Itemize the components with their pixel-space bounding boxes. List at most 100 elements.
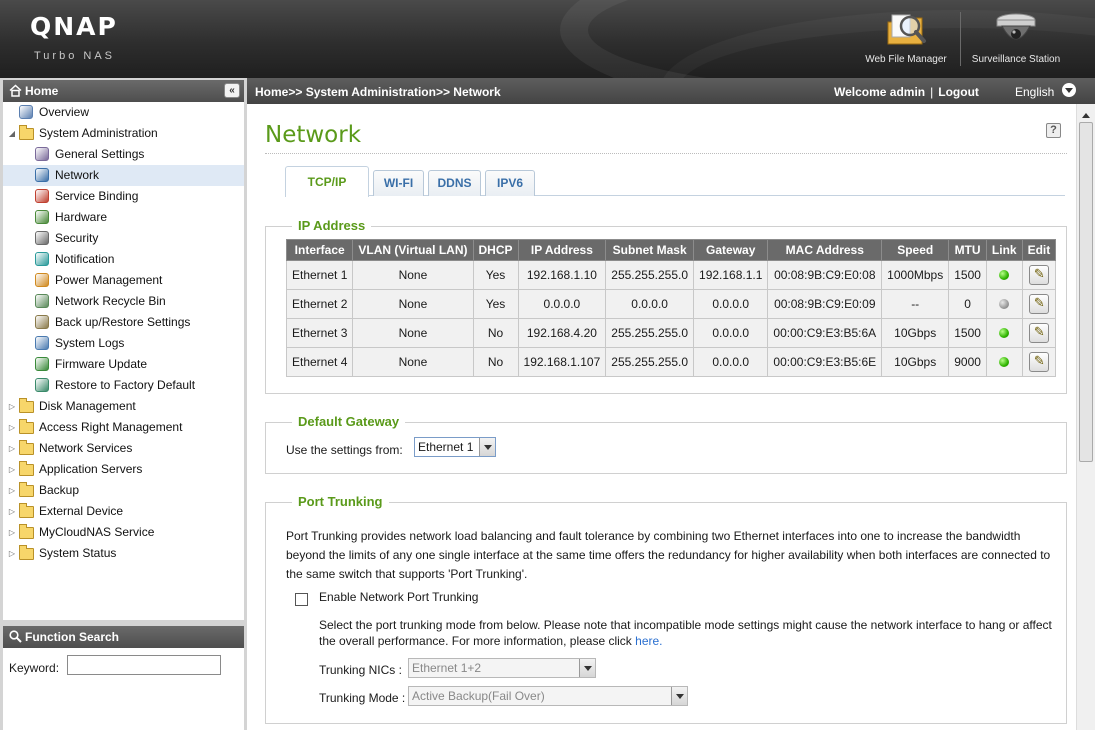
chevron-down-icon — [479, 438, 495, 456]
cell-subnet-mask: 255.255.255.0 — [605, 347, 695, 377]
sidebar-item-label: Network Services — [39, 441, 133, 455]
edit-icon[interactable] — [1028, 294, 1049, 314]
collapsed-arrow-icon[interactable]: ▷ — [7, 438, 17, 459]
sidebar-item-hardware[interactable]: Hardware — [3, 207, 244, 228]
link-up-icon — [999, 356, 1010, 367]
expanded-arrow-icon[interactable]: ◢ — [7, 123, 17, 144]
cell-ip-address: 192.168.1.10 — [517, 260, 607, 290]
sidebar-item-label: Hardware — [55, 210, 108, 224]
recycle-bin-icon — [35, 294, 50, 309]
sidebar-item-notification[interactable]: Notification — [3, 249, 244, 270]
function-search-title: Function Search — [25, 630, 120, 644]
edit-icon[interactable] — [1028, 265, 1049, 285]
keyword-input[interactable] — [67, 655, 221, 675]
sidebar-item-service-binding[interactable]: Service Binding — [3, 186, 244, 207]
tab-tcpip[interactable]: TCP/IP — [285, 166, 369, 197]
cell-interface: Ethernet 1 — [285, 260, 354, 290]
sidebar-item-firmware-update[interactable]: Firmware Update — [3, 354, 244, 375]
collapsed-arrow-icon[interactable]: ▷ — [7, 396, 17, 417]
sidebar-item-label: Network — [55, 168, 100, 182]
vertical-scrollbar[interactable] — [1076, 104, 1095, 730]
cell-speed: -- — [881, 289, 950, 319]
web-file-manager-launcher[interactable]: Web File Manager — [858, 8, 954, 74]
sidebar-item-power-management[interactable]: Power Management — [3, 270, 244, 291]
magnifier-icon — [9, 630, 22, 643]
cell-mtu: 0 — [948, 289, 987, 319]
col-mtu: MTU — [948, 239, 987, 261]
collapsed-arrow-icon[interactable]: ▷ — [7, 543, 17, 564]
sidebar-item-external-device[interactable]: ▷ External Device — [3, 501, 244, 522]
cell-ip-address: 192.168.4.20 — [517, 318, 607, 348]
sidebar-item-mycloudnas-service[interactable]: ▷ MyCloudNAS Service — [3, 522, 244, 543]
sidebar-item-label: Service Binding — [55, 189, 139, 203]
collapsed-arrow-icon[interactable]: ▷ — [7, 459, 17, 480]
language-dropdown-icon[interactable] — [1062, 83, 1076, 97]
trunking-mode-select[interactable]: Active Backup(Fail Over) — [408, 686, 688, 706]
cell-dhcp: No — [472, 318, 519, 348]
cell-vlan: None — [352, 347, 474, 377]
sidebar-item-back-up-restore-settings[interactable]: Back up/Restore Settings — [3, 312, 244, 333]
sidebar-item-overview[interactable]: Overview — [3, 102, 244, 123]
edit-icon[interactable] — [1028, 323, 1049, 343]
sidebar-item-general-settings[interactable]: General Settings — [3, 144, 244, 165]
security-icon — [35, 231, 50, 246]
cell-link — [985, 347, 1023, 377]
scroll-up-icon[interactable] — [1079, 106, 1093, 120]
sidebar-item-label: Notification — [55, 252, 115, 266]
default-gateway-section: Default Gateway Use the settings from: E… — [265, 414, 1067, 474]
cell-interface: Ethernet 4 — [285, 347, 354, 377]
link-up-icon — [999, 269, 1010, 280]
sidebar-item-backup[interactable]: ▷ Backup — [3, 480, 244, 501]
tab-wifi[interactable]: WI-FI — [373, 170, 424, 196]
table-row: Ethernet 3 None No 192.168.4.20 255.255.255.… — [285, 318, 1057, 348]
power-icon — [35, 273, 50, 288]
sidebar-item-system-administration[interactable]: ◢ System Administration — [3, 123, 244, 144]
cell-mtu: 1500 — [948, 318, 987, 348]
port-trunking-note: Select the port trunking mode from below… — [319, 617, 1059, 649]
sidebar-item-disk-management[interactable]: ▷ Disk Management — [3, 396, 244, 417]
service-binding-icon — [35, 189, 50, 204]
ip-address-section: IP Address Interface VLAN (Virtual LAN) … — [265, 218, 1067, 394]
collapsed-arrow-icon[interactable]: ▷ — [7, 501, 17, 522]
notification-icon — [35, 252, 50, 267]
sidebar-item-access-right-management[interactable]: ▷ Access Right Management — [3, 417, 244, 438]
collapse-sidebar-button[interactable]: « — [224, 83, 240, 98]
edit-icon[interactable] — [1028, 352, 1049, 372]
title-divider — [265, 153, 1067, 154]
trunking-mode-value: Active Backup(Fail Over) — [412, 689, 545, 703]
enable-port-trunking-checkbox[interactable] — [295, 593, 308, 606]
tab-ddns[interactable]: DDNS — [428, 170, 481, 196]
sidebar-item-security[interactable]: Security — [3, 228, 244, 249]
sidebar-item-network-services[interactable]: ▷ Network Services — [3, 438, 244, 459]
general-settings-icon — [35, 147, 50, 162]
folder-icon — [19, 440, 34, 456]
surveillance-station-launcher[interactable]: Surveillance Station — [965, 8, 1067, 74]
tab-ipv6[interactable]: IPV6 — [485, 170, 535, 196]
welcome-area: Welcome admin | Logout — [834, 85, 979, 99]
enable-port-trunking-label: Enable Network Port Trunking — [319, 590, 479, 604]
app-header: QNAP Turbo NAS Web File Manager Surveill… — [0, 0, 1095, 78]
trunking-nics-select[interactable]: Ethernet 1+2 — [408, 658, 596, 678]
table-header-row: Interface VLAN (Virtual LAN) DHCP IP Add… — [285, 239, 1057, 261]
collapsed-arrow-icon[interactable]: ▷ — [7, 480, 17, 501]
overview-icon — [19, 105, 34, 120]
logout-link[interactable]: Logout — [938, 85, 979, 99]
cell-speed: 10Gbps — [881, 318, 950, 348]
web-file-manager-label: Web File Manager — [865, 54, 947, 65]
collapsed-arrow-icon[interactable]: ▷ — [7, 522, 17, 543]
default-gateway-label: Use the settings from: — [286, 443, 403, 457]
scroll-thumb[interactable] — [1079, 122, 1093, 462]
trunking-mode-label: Trunking Mode : — [319, 691, 406, 705]
sidebar-item-system-status[interactable]: ▷ System Status — [3, 543, 244, 564]
language-selector[interactable]: English — [1015, 85, 1054, 99]
sidebar-item-restore-to-factory-default[interactable]: Restore to Factory Default — [3, 375, 244, 396]
sidebar-item-system-logs[interactable]: System Logs — [3, 333, 244, 354]
default-gateway-select[interactable]: Ethernet 1 — [414, 437, 496, 457]
more-info-link[interactable]: here. — [635, 634, 662, 648]
sidebar-item-network[interactable]: Network — [3, 165, 244, 186]
sidebar-item-label: Overview — [39, 105, 90, 119]
collapsed-arrow-icon[interactable]: ▷ — [7, 417, 17, 438]
sidebar-item-network-recycle-bin[interactable]: Network Recycle Bin — [3, 291, 244, 312]
help-icon[interactable]: ? — [1046, 123, 1061, 138]
sidebar-item-application-servers[interactable]: ▷ Application Servers — [3, 459, 244, 480]
